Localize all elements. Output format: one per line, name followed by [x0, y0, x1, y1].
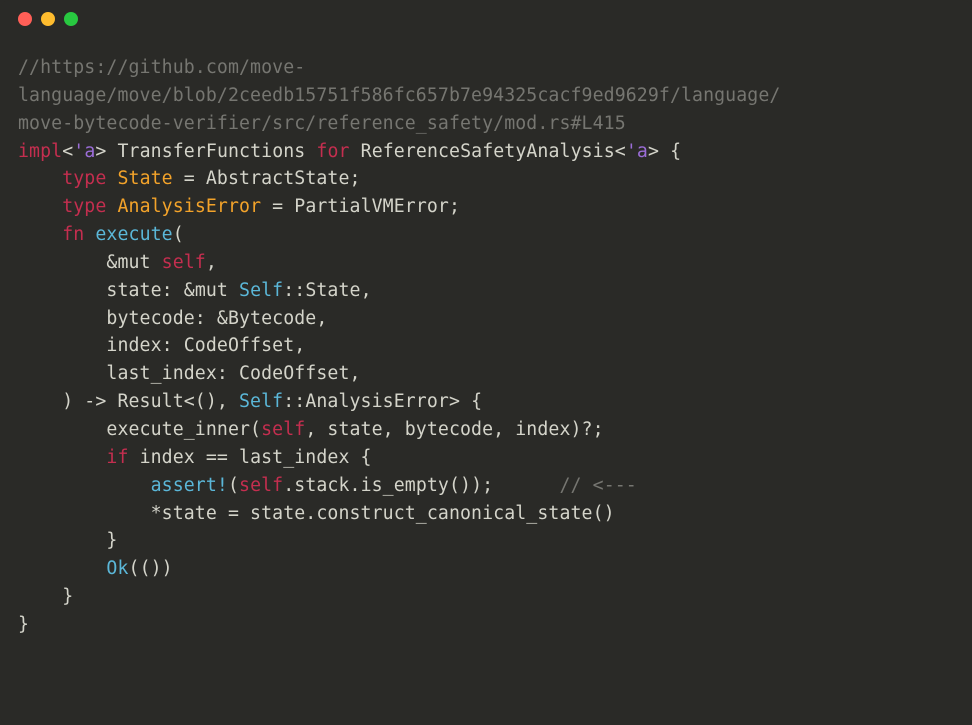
semi: ; [449, 196, 460, 217]
code-area[interactable]: //https://github.com/move- language/move… [0, 38, 972, 659]
indent [18, 224, 62, 245]
comment-line: move-bytecode-verifier/src/reference_saf… [18, 113, 626, 134]
assoc-type: AnalysisError [117, 196, 261, 217]
space [106, 141, 117, 162]
eq: = [173, 168, 206, 189]
punct: > [648, 141, 659, 162]
assert-macro: assert! [151, 475, 228, 496]
indent [18, 363, 106, 384]
indent [18, 168, 62, 189]
self: self [239, 475, 283, 496]
ok-call: Ok [106, 558, 128, 579]
kw-fn: fn [62, 224, 84, 245]
assoc: AnalysisError [305, 391, 449, 412]
param: bytecode: &Bytecode, [106, 308, 327, 329]
call-tail: , state, bytecode, index)?; [305, 419, 603, 440]
title-bar [0, 0, 972, 38]
dcolon: :: [283, 280, 305, 301]
space [106, 168, 117, 189]
indent [18, 447, 106, 468]
fn-name: execute [95, 224, 172, 245]
stmt: *state = state.construct_canonical_state… [151, 503, 615, 524]
brace: } [106, 530, 117, 551]
assoc: State [305, 280, 360, 301]
lifetime: 'a [626, 141, 648, 162]
brace: { [659, 141, 681, 162]
indent [18, 530, 106, 551]
assert-tail: .stack.is_empty()); [283, 475, 493, 496]
indent [18, 252, 106, 273]
ok-parens: (()) [129, 558, 173, 579]
code-block[interactable]: //https://github.com/move- language/move… [18, 54, 954, 639]
minimize-icon[interactable] [41, 12, 55, 26]
punct: < [62, 141, 73, 162]
comment-line: //https://github.com/move- [18, 57, 305, 78]
type-name: TransferFunctions [118, 141, 306, 162]
self-type: Self [239, 391, 283, 412]
kw-type: type [62, 168, 106, 189]
indent [18, 280, 106, 301]
space [305, 141, 316, 162]
if-cond: index == last_index { [129, 447, 372, 468]
amp-mut: &mut [106, 252, 161, 273]
kw-for: for [316, 141, 349, 162]
indent [18, 335, 106, 356]
eq: = [261, 196, 294, 217]
result-tail: > { [449, 391, 482, 412]
comma: , [361, 280, 372, 301]
indent [18, 558, 106, 579]
param: index: CodeOffset, [106, 335, 305, 356]
comment-arrow: // <--- [560, 475, 637, 496]
indent [18, 196, 62, 217]
indent [18, 419, 106, 440]
maximize-icon[interactable] [64, 12, 78, 26]
punct: < [615, 141, 626, 162]
self: self [162, 252, 206, 273]
gap [493, 475, 559, 496]
self: self [261, 419, 305, 440]
return-sig: ) -> Result<(), [62, 391, 239, 412]
lifetime: 'a [73, 141, 95, 162]
comment-line: language/move/blob/2ceedb15751f586fc657b… [18, 85, 780, 106]
kw-impl: impl [18, 141, 62, 162]
param: last_index: CodeOffset, [106, 363, 360, 384]
close-icon[interactable] [18, 12, 32, 26]
indent [18, 475, 151, 496]
kw-type: type [62, 196, 106, 217]
self-type: Self [239, 280, 283, 301]
call: execute_inner( [106, 419, 261, 440]
paren: ( [228, 475, 239, 496]
kw-if: if [106, 447, 128, 468]
assoc-type: State [117, 168, 172, 189]
brace: } [62, 586, 73, 607]
dcolon: :: [283, 391, 305, 412]
type-name: AbstractState [206, 168, 350, 189]
indent [18, 586, 62, 607]
paren: ( [173, 224, 184, 245]
space [106, 196, 117, 217]
indent [18, 308, 106, 329]
code-window[interactable]: //https://github.com/move- language/move… [0, 0, 972, 725]
param: state: [106, 280, 183, 301]
amp-mut: &mut [184, 280, 239, 301]
type-name: PartialVMError [294, 196, 449, 217]
indent [18, 503, 151, 524]
punct: > [95, 141, 106, 162]
space [350, 141, 361, 162]
comma: , [206, 252, 217, 273]
space [84, 224, 95, 245]
semi: ; [350, 168, 361, 189]
indent [18, 391, 62, 412]
type-name: ReferenceSafetyAnalysis [361, 141, 615, 162]
brace: } [18, 614, 29, 635]
